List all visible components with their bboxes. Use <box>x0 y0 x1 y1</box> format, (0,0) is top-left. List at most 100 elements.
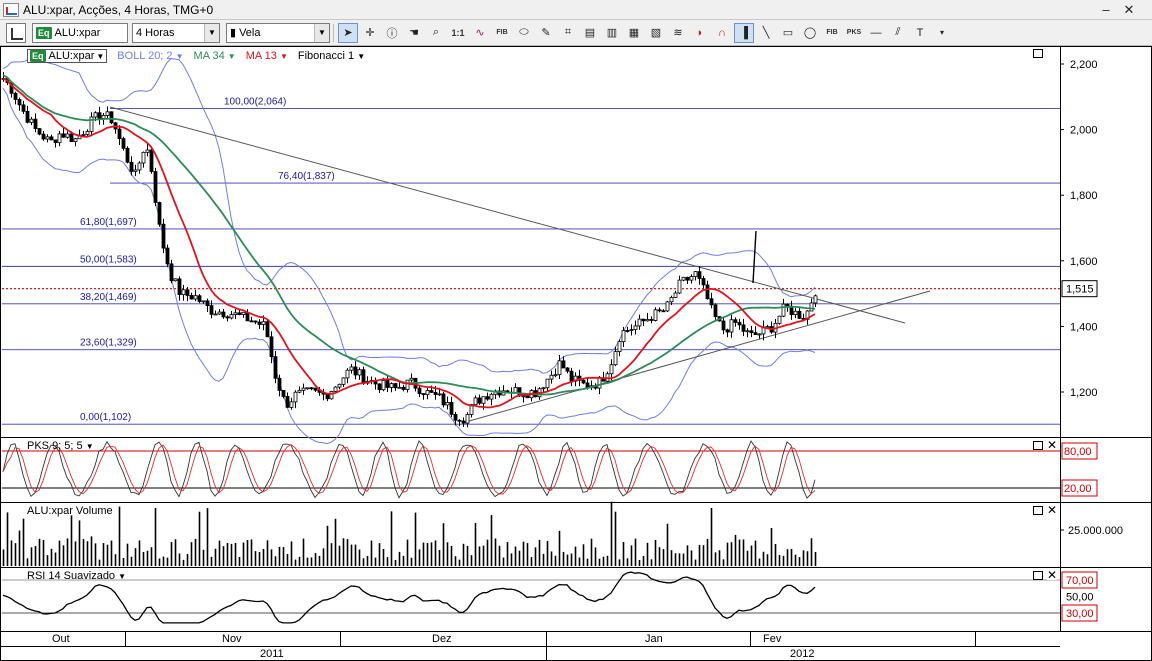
close-button[interactable]: ✕ <box>1120 2 1138 18</box>
chevron-down-icon: ▼ <box>175 52 184 61</box>
close-panel-icon[interactable]: ✕ <box>1047 504 1057 516</box>
pks-legend[interactable]: PKS 9; 5; 5 ▼ <box>27 440 94 452</box>
candle-body <box>409 377 414 381</box>
candle-body <box>813 295 818 304</box>
candle-body <box>673 292 678 298</box>
magnet-icon[interactable]: ∩ <box>712 23 732 43</box>
template-three-icon[interactable]: ▦ <box>624 23 644 43</box>
ratio-button[interactable]: 1:1 <box>448 23 468 43</box>
minimize-button[interactable]: ‒ <box>1097 2 1115 18</box>
chart-canvas[interactable]: 100,00(2,064) 76,40(1,837) 61,80(1,697) 50,… <box>0 46 1152 661</box>
candle-body <box>177 278 182 296</box>
ellipse-tool-icon[interactable]: ⬭ <box>514 23 534 43</box>
ellipse-draw-icon[interactable]: ◯ <box>800 23 820 43</box>
close-panel-icon[interactable]: ✕ <box>1047 569 1057 581</box>
fib-tool-button[interactable]: FIB <box>822 23 842 43</box>
candle-body <box>49 136 54 141</box>
period-select[interactable]: 4 Horas ▼ <box>132 22 220 43</box>
close-panel-icon[interactable]: ✕ <box>1047 439 1057 451</box>
rectangle-tool-icon[interactable]: ▭ <box>778 23 798 43</box>
horizontal-line-icon[interactable]: — <box>866 23 886 43</box>
line-tool-icon[interactable]: ╲ <box>756 23 776 43</box>
price-tick-label: 1,600 <box>1070 256 1098 268</box>
legend-bollinger[interactable]: BOLL 20; 2 ▼ <box>117 50 183 62</box>
volume-legend[interactable]: ALU:xpar Volume <box>27 505 113 517</box>
zoom-icon[interactable]: ⌕ <box>426 23 446 43</box>
candle-body <box>733 319 738 323</box>
wave-indicator-icon[interactable]: ∿ <box>470 23 490 43</box>
template-icon[interactable]: ▤ <box>580 23 600 43</box>
pks-level-label: 80,00 <box>1064 446 1092 458</box>
candle-body <box>13 92 18 100</box>
text-tool-icon[interactable]: T <box>910 23 930 43</box>
rsi-legend[interactable]: RSI 14 Suavizado ▼ <box>27 570 126 582</box>
legend-ma13[interactable]: MA 13 ▼ <box>246 50 288 62</box>
current-price-label: 1,515 <box>1066 284 1094 296</box>
candle-body <box>741 324 746 332</box>
fib-dropdown-button[interactable]: FIB <box>492 23 512 43</box>
candle-body <box>649 319 654 321</box>
chevron-down-icon: ▼ <box>118 572 127 581</box>
legend-ma34[interactable]: MA 34 ▼ <box>194 50 236 62</box>
candle-body <box>653 309 658 321</box>
candle-body <box>481 396 486 404</box>
candle-body <box>125 147 130 163</box>
fib-level-label: 0,00(1,102) <box>80 412 131 423</box>
year-label: 2012 <box>790 648 814 660</box>
candle-body <box>73 138 78 143</box>
brush-icon[interactable]: ✎ <box>536 23 556 43</box>
maximize-panel-icon[interactable] <box>1033 441 1043 450</box>
pointer-tool-icon[interactable]: ➤ <box>338 22 358 43</box>
channel-tool-icon[interactable]: ⫽ <box>888 23 908 43</box>
candle-body <box>173 278 178 282</box>
symbol-input[interactable]: Eq ALU:xpar <box>32 22 128 43</box>
candlestick-icon: ▮ <box>230 27 237 39</box>
candle-body <box>253 320 258 323</box>
candle-body <box>333 386 338 392</box>
toolbar-overflow-icon[interactable]: ▾ <box>932 23 952 43</box>
legend-fibonacci[interactable]: Fibonacci 1 ▼ <box>298 50 365 62</box>
fib-level-label: 61,80(1,697) <box>80 217 137 228</box>
maximize-panel-icon[interactable] <box>1033 571 1043 580</box>
template-four-icon[interactable]: ▧ <box>646 23 666 43</box>
chevron-down-icon: ▼ <box>96 51 105 61</box>
maximize-panel-icon[interactable] <box>1033 506 1043 515</box>
chart-type-select[interactable]: ▮ Vela ▼ <box>226 22 330 43</box>
histogram-icon[interactable]: ▐ <box>734 22 754 43</box>
candle-body <box>433 391 438 395</box>
toolbar-separator <box>333 23 334 42</box>
template-two-icon[interactable]: ▥ <box>602 23 622 43</box>
candle-body <box>701 278 706 286</box>
candle-body <box>353 366 358 376</box>
candle-body <box>641 318 646 322</box>
candle-body <box>397 386 402 389</box>
broadcast-icon[interactable]: ◗ <box>690 23 710 43</box>
candle-body <box>69 133 74 143</box>
candle-body <box>229 314 234 319</box>
period-value: 4 Horas <box>136 26 175 39</box>
chart-settings-icon[interactable] <box>6 22 26 43</box>
maximize-panel-icon[interactable] <box>1033 49 1043 58</box>
pks-tool-button[interactable]: PKS <box>844 23 864 43</box>
candle-body <box>613 351 618 366</box>
candle-body <box>341 377 346 385</box>
legend-symbol[interactable]: Eq ALU:xpar ▼ <box>27 49 108 63</box>
candle-body <box>189 295 194 300</box>
candle-body <box>33 118 38 129</box>
candle-body <box>809 302 814 312</box>
oscillator-icon[interactable]: ≋ <box>668 23 688 43</box>
price-tick-label: 2,000 <box>1070 125 1098 137</box>
candle-body <box>29 118 34 123</box>
candle-body <box>325 393 330 400</box>
info-icon[interactable]: ⓘ <box>382 23 402 43</box>
candle-body <box>709 298 714 306</box>
hand-pan-icon[interactable]: ☚ <box>404 23 424 43</box>
grid-tool-icon[interactable]: ⌗ <box>558 23 578 43</box>
candle-body <box>657 309 662 312</box>
candle-body <box>461 420 466 424</box>
candle-body <box>57 133 62 144</box>
candle-body <box>41 133 46 140</box>
crosshair-icon[interactable]: ✛ <box>360 23 380 43</box>
candle-body <box>753 332 758 335</box>
candle-body <box>361 369 366 384</box>
